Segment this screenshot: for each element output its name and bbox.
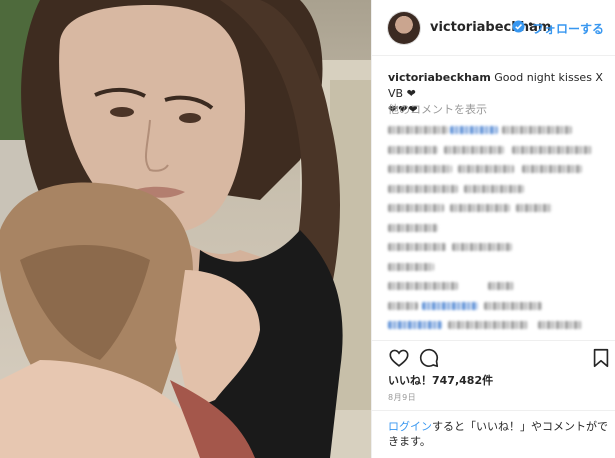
login-link[interactable]: ログイン bbox=[388, 420, 432, 433]
comment-item bbox=[388, 317, 603, 333]
comment-item bbox=[388, 259, 603, 275]
comment-item bbox=[388, 220, 603, 236]
comment-item bbox=[388, 122, 603, 138]
comment-item bbox=[388, 278, 603, 294]
comment-list bbox=[388, 122, 603, 337]
comment-bubble-icon[interactable] bbox=[418, 347, 440, 369]
avatar[interactable] bbox=[388, 12, 420, 44]
likes-count[interactable]: いいね！747,482件 bbox=[388, 372, 493, 388]
bookmark-icon[interactable] bbox=[590, 347, 612, 369]
comment-item bbox=[388, 298, 603, 314]
comment-item bbox=[388, 239, 603, 255]
comment-item bbox=[388, 181, 603, 197]
login-prompt-text: ログインすると「いいね！」やコメントができます。 bbox=[388, 419, 608, 449]
login-prompt: ログインすると「いいね！」やコメントができます。 bbox=[372, 410, 615, 458]
more-comments-link[interactable]: 他のコメントを表示 bbox=[388, 101, 487, 117]
comment-item bbox=[388, 161, 603, 177]
post-side-panel: victoriabeckham • フォローする victoriabeckham… bbox=[371, 0, 615, 458]
comment-item bbox=[388, 200, 603, 216]
caption-username[interactable]: victoriabeckham bbox=[388, 71, 491, 84]
follow-button[interactable]: フォローする bbox=[532, 20, 604, 37]
post-photo[interactable] bbox=[0, 0, 371, 458]
post-photo-illustration bbox=[0, 0, 371, 458]
post-header: victoriabeckham • フォローする bbox=[372, 0, 615, 56]
action-bar bbox=[372, 340, 615, 374]
post-date[interactable]: 8月9日 bbox=[388, 392, 416, 403]
verified-badge-icon bbox=[512, 20, 525, 33]
comment-item bbox=[388, 142, 603, 158]
heart-outline-icon[interactable] bbox=[388, 347, 410, 369]
caption-trailing-heart: ❤ bbox=[406, 87, 416, 100]
